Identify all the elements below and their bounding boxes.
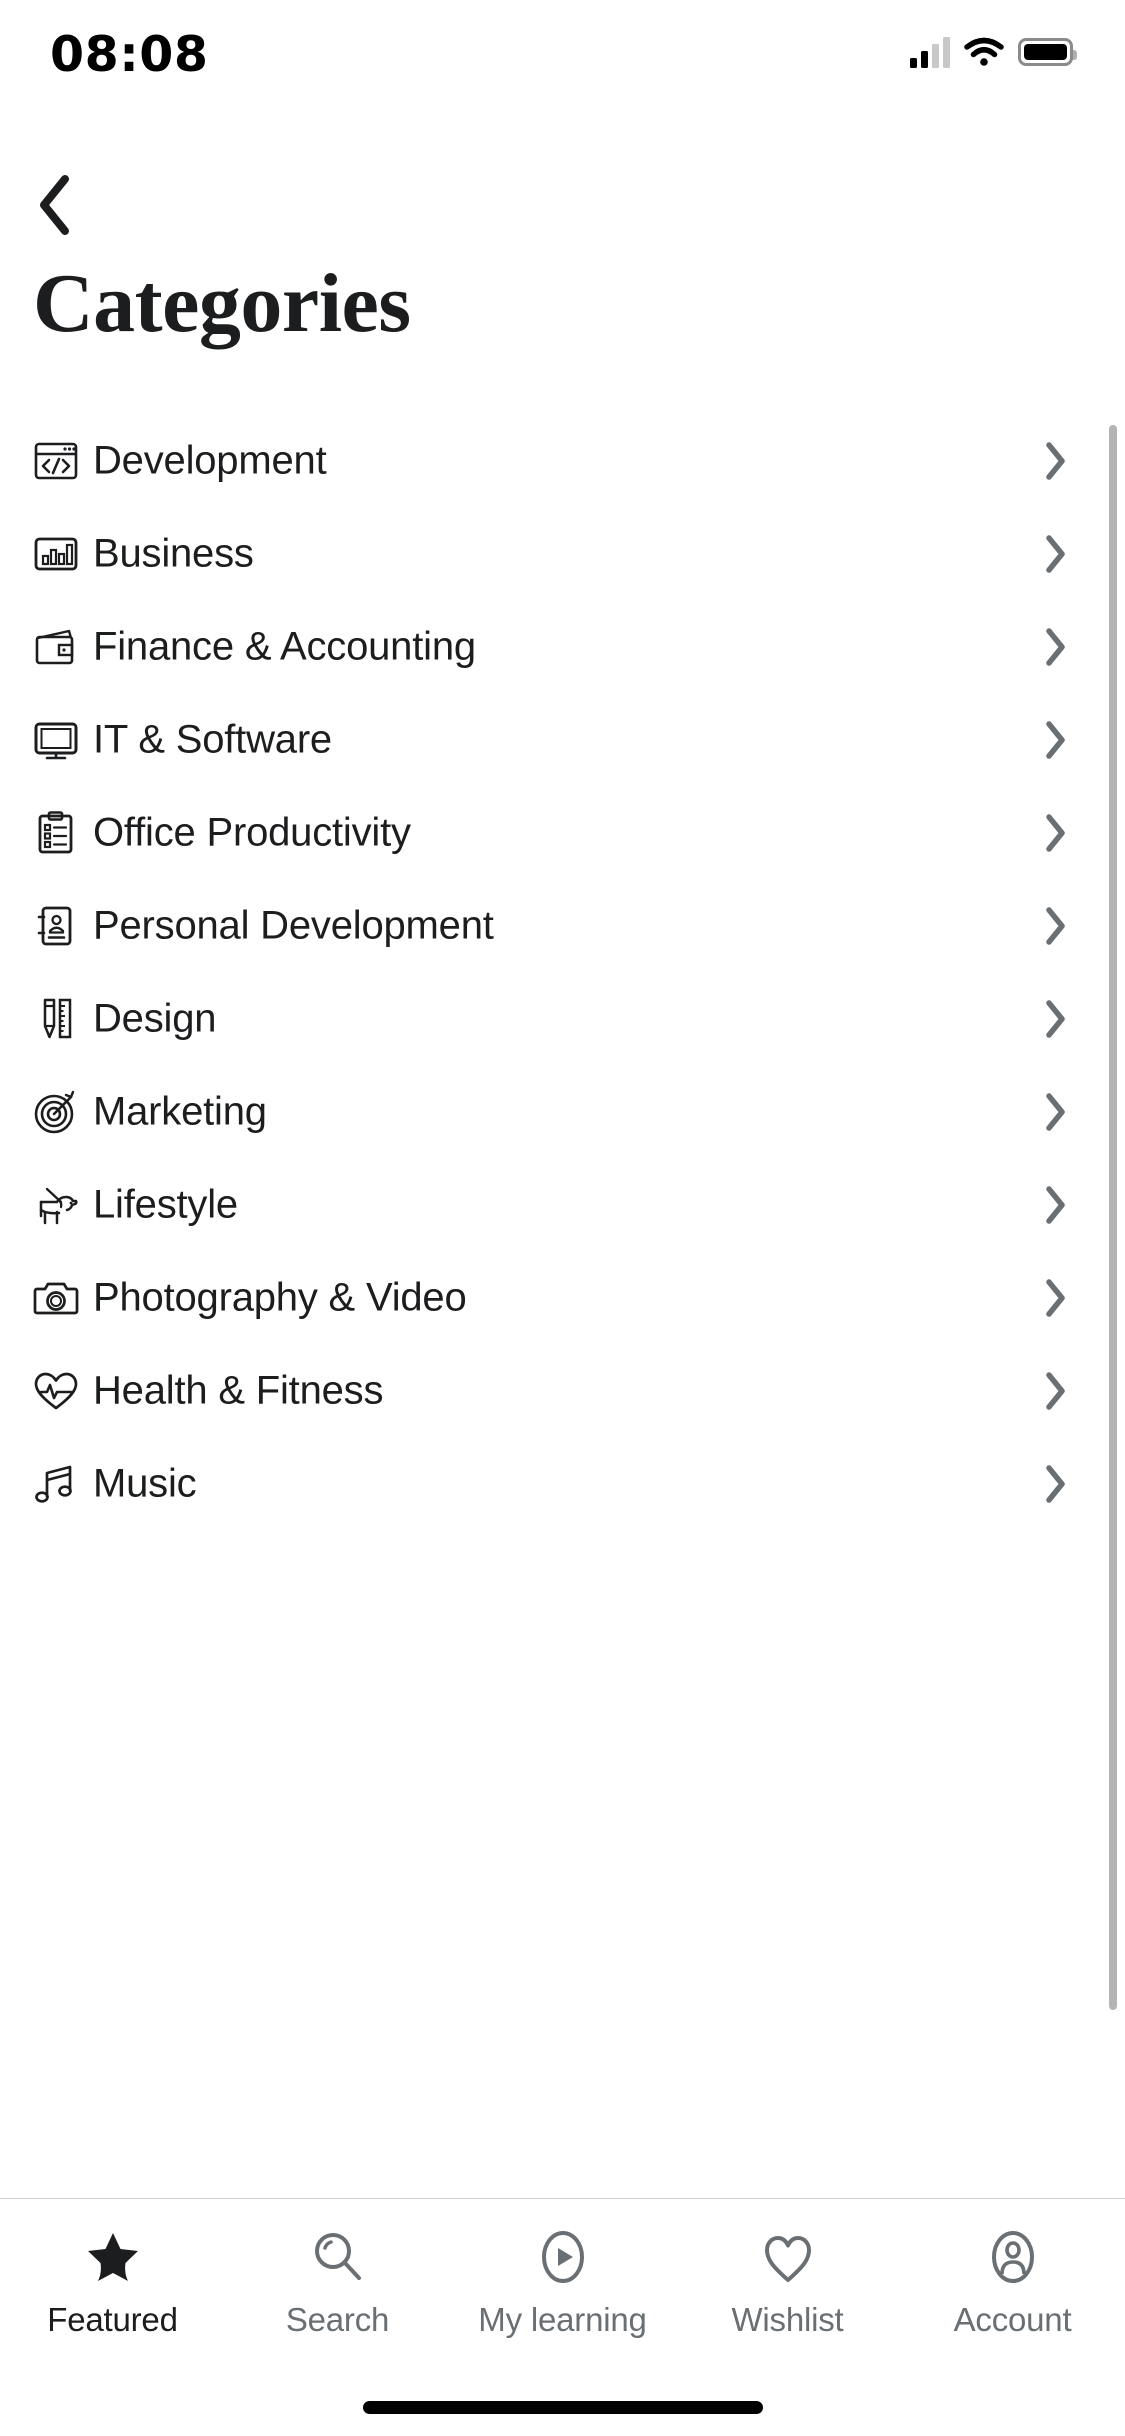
battery-icon — [1018, 38, 1077, 66]
pencil-ruler-icon — [33, 996, 79, 1042]
category-row-design[interactable]: Design — [0, 972, 1125, 1065]
category-label: Development — [93, 438, 327, 482]
category-row-office-productivity[interactable]: Office Productivity — [0, 786, 1125, 879]
search-icon — [308, 2227, 368, 2287]
tab-featured[interactable]: Featured — [0, 2199, 225, 2436]
category-label: Business — [93, 531, 254, 575]
tab-label: Featured — [47, 2301, 178, 2338]
music-note-icon — [33, 1461, 79, 1507]
chevron-right-icon — [1039, 534, 1073, 573]
status-bar-time: 08:08 — [50, 26, 209, 83]
back-button[interactable] — [18, 168, 92, 242]
star-filled-icon — [83, 2227, 143, 2287]
chevron-right-icon — [1039, 999, 1073, 1038]
category-label: Design — [93, 996, 217, 1040]
chevron-right-icon — [1039, 906, 1073, 945]
tab-label: Wishlist — [731, 2301, 844, 2338]
category-row-health-fitness[interactable]: Health & Fitness — [0, 1344, 1125, 1437]
wifi-icon — [964, 37, 1004, 66]
category-row-development[interactable]: Development — [0, 414, 1125, 507]
cellular-signal-icon — [910, 36, 950, 68]
chevron-right-icon — [1039, 1185, 1073, 1224]
bar-chart-icon — [33, 531, 79, 577]
tab-label: Search — [285, 2301, 390, 2338]
chevron-right-icon — [1039, 1464, 1073, 1503]
chevron-right-icon — [1039, 1278, 1073, 1317]
code-window-icon — [33, 438, 79, 484]
heart-icon — [758, 2227, 818, 2287]
dog-leash-icon — [33, 1182, 79, 1228]
tab-label: Account — [953, 2301, 1072, 2338]
app-screen: 08:08 Categories Development Business Fi… — [0, 0, 1125, 2436]
category-label: IT & Software — [93, 717, 332, 761]
home-indicator — [362, 2401, 763, 2414]
page-title: Categories — [33, 257, 411, 350]
category-row-finance-accounting[interactable]: Finance & Accounting — [0, 600, 1125, 693]
category-row-it-software[interactable]: IT & Software — [0, 693, 1125, 786]
category-label: Music — [93, 1461, 197, 1505]
status-bar: 08:08 — [0, 0, 1125, 132]
categories-list: Development Business Finance & Accountin… — [0, 414, 1125, 2214]
category-row-personal-development[interactable]: Personal Development — [0, 879, 1125, 972]
category-label: Finance & Accounting — [93, 624, 476, 668]
address-book-icon — [33, 903, 79, 949]
category-label: Photography & Video — [93, 1275, 467, 1319]
monitor-icon — [33, 717, 79, 763]
chevron-right-icon — [1039, 1371, 1073, 1410]
chevron-right-icon — [1039, 627, 1073, 666]
user-circle-icon — [983, 2227, 1043, 2287]
category-label: Health & Fitness — [93, 1368, 384, 1412]
chevron-left-icon — [40, 175, 69, 235]
category-row-marketing[interactable]: Marketing — [0, 1065, 1125, 1158]
chevron-right-icon — [1039, 813, 1073, 852]
category-label: Lifestyle — [93, 1182, 238, 1226]
category-label: Marketing — [93, 1089, 267, 1133]
wallet-icon — [33, 624, 79, 670]
tab-account[interactable]: Account — [900, 2199, 1125, 2436]
vertical-scrollbar[interactable] — [1109, 425, 1117, 2010]
status-bar-indicators — [910, 36, 1077, 68]
chevron-right-icon — [1039, 720, 1073, 759]
chevron-right-icon — [1039, 441, 1073, 480]
heart-pulse-icon — [33, 1368, 79, 1414]
play-circle-icon — [533, 2227, 593, 2287]
clipboard-list-icon — [33, 810, 79, 856]
category-label: Office Productivity — [93, 810, 411, 854]
chevron-right-icon — [1039, 1092, 1073, 1131]
category-row-business[interactable]: Business — [0, 507, 1125, 600]
category-label: Personal Development — [93, 903, 494, 947]
target-arrow-icon — [33, 1089, 79, 1135]
camera-icon — [33, 1275, 79, 1321]
category-row-music[interactable]: Music — [0, 1437, 1125, 1530]
category-row-lifestyle[interactable]: Lifestyle — [0, 1158, 1125, 1251]
tab-label: My learning — [478, 2301, 647, 2338]
category-row-photography-video[interactable]: Photography & Video — [0, 1251, 1125, 1344]
